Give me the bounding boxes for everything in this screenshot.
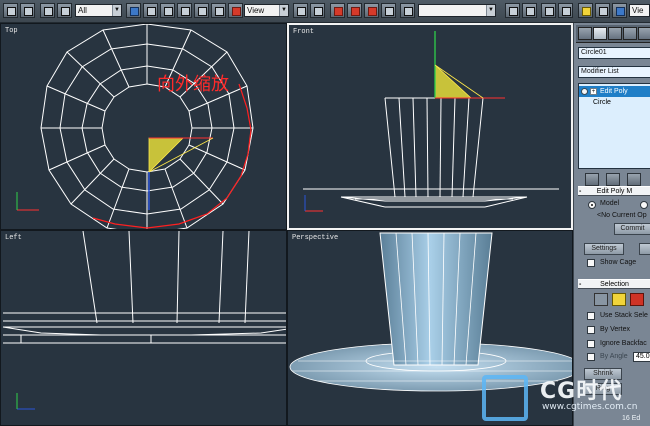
model-radio[interactable] bbox=[588, 201, 596, 209]
settings-button[interactable]: Settings bbox=[584, 243, 624, 255]
quick-render-icon[interactable] bbox=[612, 3, 627, 18]
by-vertex-label: By Vertex bbox=[600, 326, 630, 333]
by-vertex-checkbox[interactable] bbox=[587, 326, 595, 334]
animate-radio[interactable] bbox=[640, 201, 648, 209]
by-angle-label: By Angle bbox=[600, 353, 628, 360]
top-view-wireframe bbox=[16, 24, 254, 229]
cancel-button[interactable] bbox=[639, 243, 650, 255]
subobject-icons bbox=[578, 293, 650, 307]
cgtimes-logo-icon bbox=[482, 375, 528, 421]
undo-icon[interactable] bbox=[3, 3, 18, 18]
edit-named-icon[interactable] bbox=[400, 3, 415, 18]
left-view-wireframe bbox=[2, 231, 286, 410]
edge-icon[interactable] bbox=[612, 293, 626, 306]
modifier-stack: + Edit Poly Circle bbox=[578, 83, 650, 169]
chevron-down-icon: ▼ bbox=[112, 5, 121, 16]
select-by-name-icon[interactable] bbox=[143, 3, 158, 18]
window-crossing-icon[interactable] bbox=[177, 3, 192, 18]
stack-item-circle[interactable]: Circle bbox=[579, 97, 650, 108]
model-radio-label: Model bbox=[600, 200, 620, 207]
viewport-label-front[interactable]: Front bbox=[293, 28, 314, 36]
viewport-label-top[interactable]: Top bbox=[5, 27, 18, 35]
object-name-field[interactable]: Circle01 bbox=[578, 47, 650, 59]
show-cage-label: Show Cage bbox=[600, 259, 637, 266]
vertex-icon[interactable] bbox=[594, 293, 608, 306]
light-bulb-icon[interactable] bbox=[581, 88, 588, 95]
viewport-label-perspective[interactable]: Perspective bbox=[292, 234, 338, 242]
pivot-icon[interactable] bbox=[293, 3, 308, 18]
snap-icon[interactable] bbox=[330, 3, 345, 18]
select-icon[interactable] bbox=[126, 3, 141, 18]
rollout-title: Selection bbox=[600, 281, 629, 288]
make-unique-icon[interactable] bbox=[627, 173, 641, 186]
move-icon[interactable] bbox=[194, 3, 209, 18]
main-toolbar: All ▼ View ▼ ▼ Vie bbox=[0, 0, 650, 23]
rect-select-icon[interactable] bbox=[160, 3, 175, 18]
material-editor-icon[interactable] bbox=[578, 3, 593, 18]
selection-filter-value: All bbox=[78, 6, 87, 15]
motion-tab-icon[interactable] bbox=[623, 27, 637, 40]
stack-item-edit-poly[interactable]: + Edit Poly bbox=[579, 86, 650, 97]
render-preset-value: Vie bbox=[632, 6, 644, 15]
front-view-wireframe bbox=[303, 31, 559, 212]
watermark-url: www.cgtimes.com.cn bbox=[542, 402, 638, 412]
viewport-front[interactable]: Front bbox=[287, 23, 573, 230]
render-setup-icon[interactable] bbox=[595, 3, 610, 18]
percent-snap-icon[interactable] bbox=[364, 3, 379, 18]
rollout-title: Edit Poly M bbox=[596, 188, 633, 195]
coord-system-select[interactable]: View ▼ bbox=[244, 4, 289, 17]
expand-plus-icon[interactable]: + bbox=[590, 88, 597, 95]
hierarchy-tab-icon[interactable] bbox=[608, 27, 622, 40]
spinner-snap-icon[interactable] bbox=[381, 3, 396, 18]
show-end-result-icon[interactable] bbox=[606, 173, 620, 186]
cgtimes-watermark: CG时代 www.cgtimes.com.cn bbox=[476, 369, 650, 426]
mirror-tool-icon[interactable] bbox=[505, 3, 520, 18]
link-icon[interactable] bbox=[40, 3, 55, 18]
angle-spinner[interactable]: 45.0 bbox=[633, 352, 650, 362]
pin-stack-icon[interactable] bbox=[585, 173, 599, 186]
selection-rollout[interactable]: - Selection bbox=[578, 279, 650, 289]
curve-editor-icon[interactable] bbox=[541, 3, 556, 18]
viewport-label-left[interactable]: Left bbox=[5, 234, 22, 242]
by-angle-checkbox[interactable] bbox=[587, 353, 595, 361]
create-tab-icon[interactable] bbox=[578, 27, 592, 40]
scale-icon[interactable] bbox=[228, 3, 243, 18]
border-icon[interactable] bbox=[630, 293, 644, 306]
chevron-down-icon: ▼ bbox=[486, 5, 495, 16]
redo-icon[interactable] bbox=[20, 3, 35, 18]
stack-item-label: Circle bbox=[593, 99, 611, 106]
mirror-icon[interactable] bbox=[310, 3, 325, 18]
use-stack-selection-label: Use Stack Sele bbox=[600, 312, 648, 319]
collapse-minus-icon: - bbox=[579, 281, 582, 288]
watermark-brand: CG时代 bbox=[540, 379, 623, 404]
current-op-text: <No Current Op bbox=[597, 212, 647, 219]
ignore-backfacing-checkbox[interactable] bbox=[587, 340, 595, 348]
modify-tab-icon[interactable] bbox=[593, 27, 607, 40]
ignore-backfacing-label: Ignore Backfac bbox=[600, 340, 647, 347]
command-panel: Circle01 Modifier List + Edit Poly Circl… bbox=[573, 23, 650, 426]
command-panel-tabs bbox=[576, 25, 650, 43]
scale-annotation-text: 向外缩放 bbox=[157, 74, 229, 95]
stack-item-label: Edit Poly bbox=[600, 88, 628, 95]
collapse-minus-icon: - bbox=[579, 188, 582, 195]
unlink-icon[interactable] bbox=[57, 3, 72, 18]
modifier-list-select[interactable]: Modifier List bbox=[578, 66, 650, 78]
schematic-icon[interactable] bbox=[558, 3, 573, 18]
use-stack-selection-checkbox[interactable] bbox=[587, 312, 595, 320]
commit-button[interactable]: Commit bbox=[614, 223, 650, 235]
edit-poly-mode-rollout[interactable]: - Edit Poly M bbox=[578, 186, 650, 196]
viewport-top[interactable]: Top 向外缩放 bbox=[0, 23, 287, 230]
render-preset-select[interactable]: Vie bbox=[629, 4, 650, 17]
viewport-left[interactable]: Left bbox=[0, 230, 287, 426]
named-selection-select[interactable]: ▼ bbox=[418, 4, 496, 17]
chevron-down-icon: ▼ bbox=[279, 5, 288, 16]
stack-toolbar bbox=[578, 173, 650, 187]
selection-filter-select[interactable]: All ▼ bbox=[75, 4, 122, 17]
rotate-icon[interactable] bbox=[211, 3, 226, 18]
display-tab-icon[interactable] bbox=[638, 27, 650, 40]
coord-system-value: View bbox=[247, 6, 265, 15]
angle-snap-icon[interactable] bbox=[347, 3, 362, 18]
align-icon[interactable] bbox=[522, 3, 537, 18]
show-cage-checkbox[interactable] bbox=[587, 259, 595, 267]
